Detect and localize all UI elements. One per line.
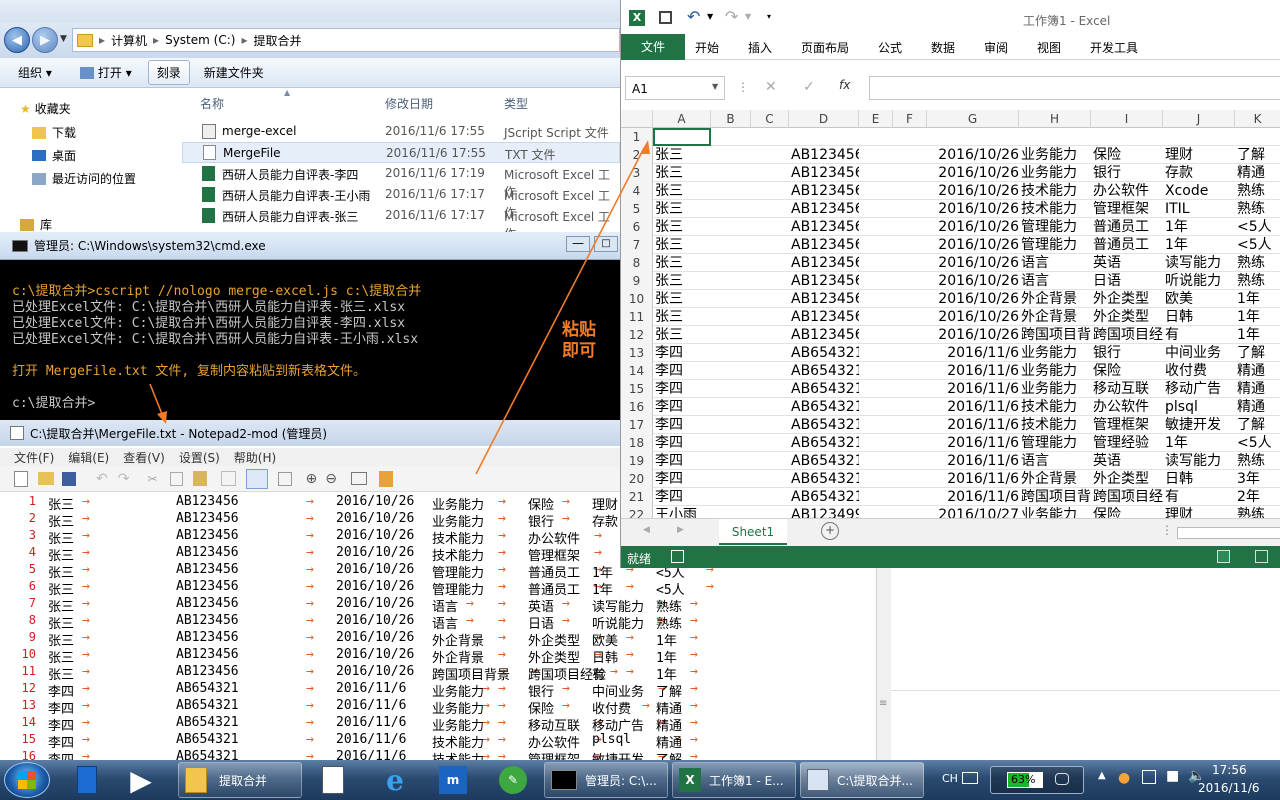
battery-widget[interactable]: 63% <box>990 766 1084 794</box>
taskbar: ▶ 提取合并 e m ✎ 管理员: C:\... X 工作簿1 - E... C:… <box>0 760 1280 800</box>
txt-arrow <box>149 383 163 415</box>
taskbar-notepad2[interactable]: C:\提取合并... <box>800 762 924 798</box>
battery-percent: 63% <box>1011 773 1036 786</box>
ie-icon: e <box>386 763 404 797</box>
tray-app-icon[interactable]: ● <box>1118 770 1130 786</box>
media-player-pin[interactable]: ▶ <box>116 762 166 798</box>
notepad-icon <box>807 769 829 791</box>
ime-indicator[interactable]: CH <box>942 772 958 785</box>
folder-icon <box>185 767 207 793</box>
notepad-icon <box>322 766 344 794</box>
keyboard-icon[interactable] <box>962 772 978 784</box>
taskbar-cmd[interactable]: 管理员: C:\... <box>544 762 668 798</box>
taskbar-excel[interactable]: X 工作簿1 - E... <box>672 762 796 798</box>
calculator-pin[interactable] <box>62 762 112 798</box>
windows-logo-icon <box>18 771 36 789</box>
taskbar-explorer[interactable]: 提取合并 <box>178 762 302 798</box>
power-plug-icon <box>1055 773 1069 785</box>
maxthon-icon: m <box>439 766 467 794</box>
notepad-pin[interactable] <box>308 762 358 798</box>
excel-icon: X <box>679 768 701 792</box>
pen-icon: ✎ <box>499 766 527 794</box>
paste-arrowhead-icon <box>640 140 650 154</box>
paste-arrow <box>475 147 645 475</box>
txt-arrowhead-icon <box>157 411 167 424</box>
start-button[interactable] <box>4 762 50 798</box>
show-hidden-icons-icon[interactable]: ▲ <box>1098 770 1106 781</box>
clock-date[interactable]: 2016/11/6 <box>1198 781 1260 795</box>
play-icon: ▶ <box>130 763 152 797</box>
network-icon[interactable]: ■ <box>1166 768 1179 784</box>
ie-pin[interactable]: e <box>370 762 420 798</box>
calculator-icon <box>77 766 97 794</box>
annotation-arrows <box>149 140 650 475</box>
action-center-icon[interactable] <box>1142 770 1156 784</box>
evernote-pin[interactable]: ✎ <box>488 762 538 798</box>
maxthon-pin[interactable]: m <box>428 762 478 798</box>
clock-time[interactable]: 17:56 <box>1212 763 1247 777</box>
cmd-icon <box>551 770 577 790</box>
